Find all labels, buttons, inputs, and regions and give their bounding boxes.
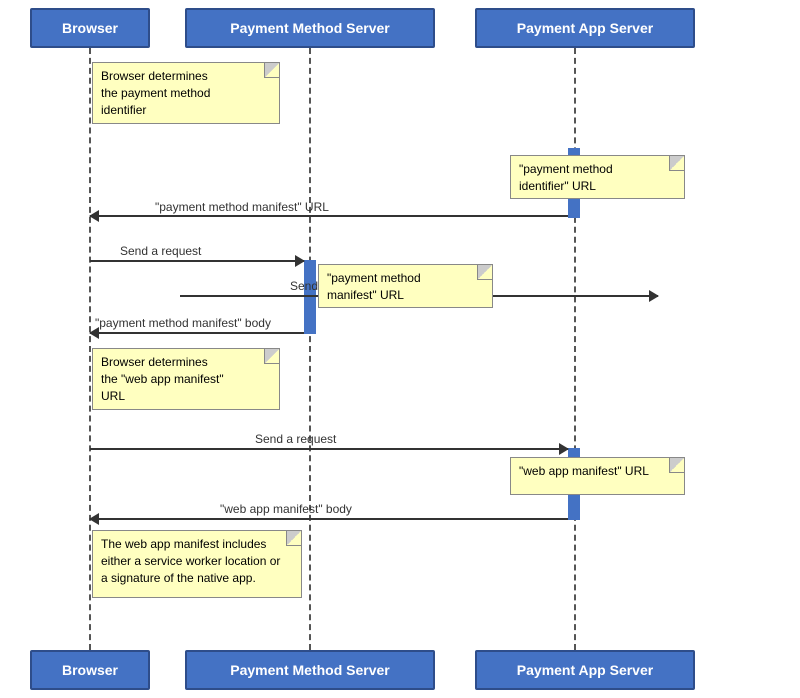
arrow-payment-method-manifest-body [90, 332, 304, 334]
note-browser-determines-web-app-manifest: Browser determinesthe "web app manifest"… [92, 348, 280, 410]
payment-method-lifeline [309, 48, 311, 650]
payment-app-server-actor-bottom: Payment App Server [475, 650, 695, 690]
sequence-diagram: Browser Payment Method Server Payment Ap… [0, 0, 800, 698]
payment-app-lifeline [574, 48, 576, 650]
browser-actor-top: Browser [30, 8, 150, 48]
browser-lifeline [89, 48, 91, 650]
arrow-web-app-manifest-body-label: "web app manifest" body [220, 502, 352, 516]
payment-method-server-actor-top: Payment Method Server [185, 8, 435, 48]
browser-actor-bottom: Browser [30, 650, 150, 690]
arrow-payment-method-manifest-body-label: "payment method manifest" body [95, 316, 271, 330]
arrow-send-request-2 [90, 448, 568, 450]
note-web-app-manifest-description: The web app manifest includeseither a se… [92, 530, 302, 598]
payment-app-server-actor-top: Payment App Server [475, 8, 695, 48]
arrow-send-request-1 [90, 260, 304, 262]
note-web-app-manifest-url: "web app manifest" URL [510, 457, 685, 495]
activation-bar-payment-method-1 [304, 260, 316, 334]
arrow-payment-method-manifest-url [90, 215, 568, 217]
note-payment-method-identifier-url: "payment methodidentifier" URL [510, 155, 685, 199]
arrow-send-request-1-label: Send a request [120, 244, 201, 258]
arrow-web-app-manifest-body [90, 518, 568, 520]
note-browser-determines-payment-method: Browser determinesthe payment methodiden… [92, 62, 280, 124]
arrow-payment-method-manifest-url-label: "payment method manifest" URL [155, 200, 329, 214]
payment-method-server-actor-bottom: Payment Method Server [185, 650, 435, 690]
arrow-send-request-2-label: Send a request [255, 432, 336, 446]
note-payment-method-manifest-url-2: "payment methodmanifest" URL [318, 264, 493, 308]
